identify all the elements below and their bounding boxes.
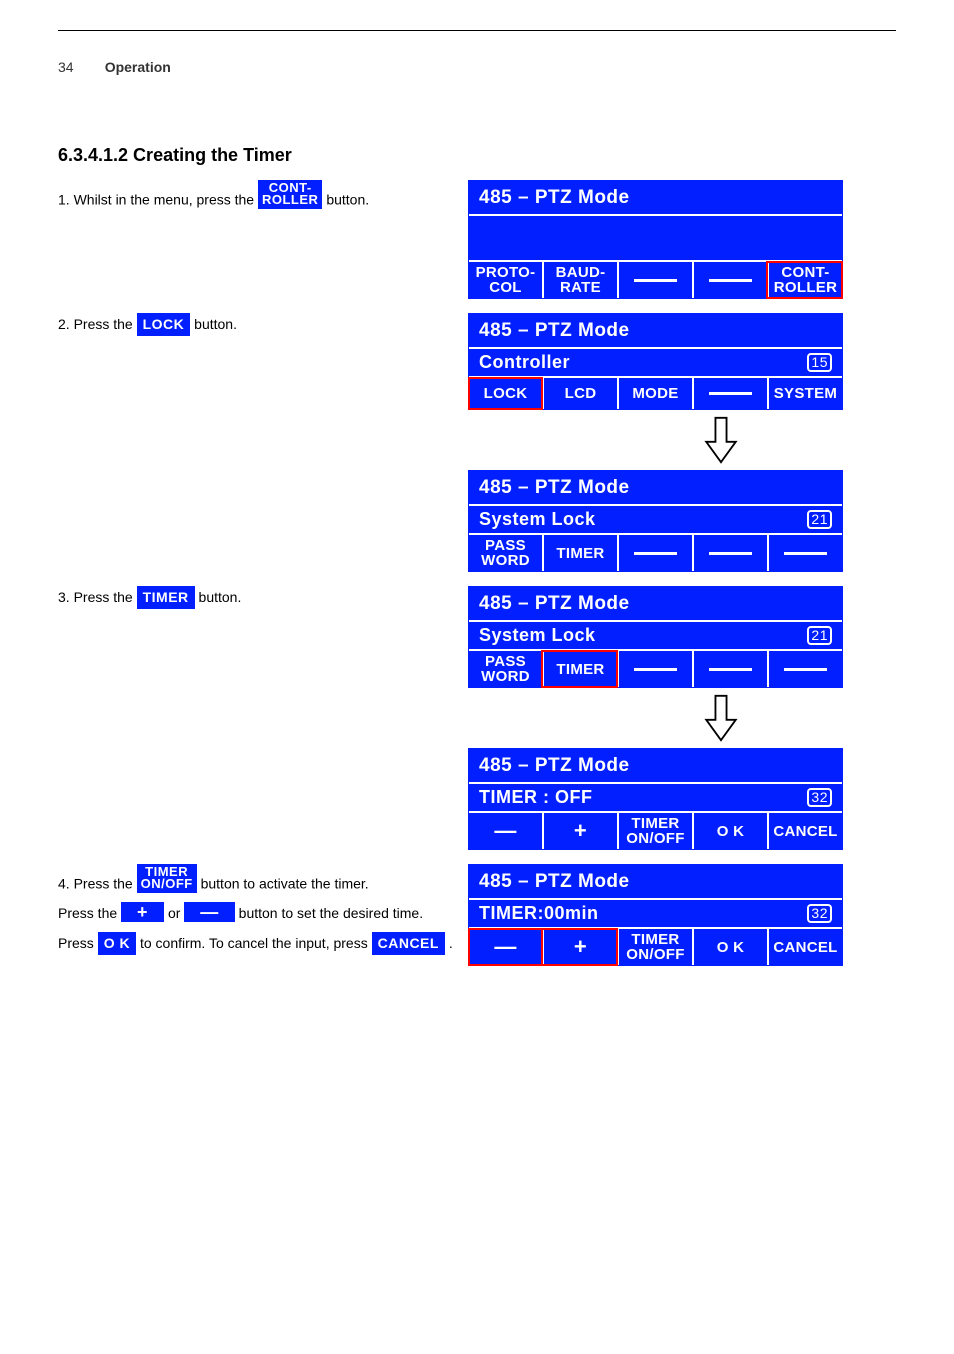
- scroll-indicator: 21: [807, 626, 832, 645]
- page-header: 34 Operation: [58, 59, 896, 75]
- step-4-text: 4. Press the TIMER ON/OFF button to acti…: [58, 864, 468, 955]
- lcd-subtitle: System Lock 21: [469, 504, 842, 533]
- lcd-subtitle: System Lock 21: [469, 620, 842, 649]
- tab-password[interactable]: PASSWORD: [469, 651, 542, 687]
- tab-timer[interactable]: TIMER: [542, 651, 617, 687]
- scroll-indicator: 32: [807, 788, 832, 807]
- arrow-down-icon: [468, 688, 843, 748]
- tab-minus[interactable]: —: [469, 813, 542, 849]
- tab-mode[interactable]: MODE: [617, 378, 692, 409]
- scroll-indicator: 32: [807, 904, 832, 923]
- lcd-subtitle: TIMER : OFF 32: [469, 782, 842, 811]
- step-3-text: 3. Press the TIMER button.: [58, 586, 468, 609]
- tab-timer-onoff[interactable]: TIMERON/OFF: [617, 929, 692, 965]
- step-2-text: 2. Press the LOCK button.: [58, 313, 468, 336]
- lcd-title: 485 – PTZ Mode: [469, 181, 842, 214]
- lcd-screen-1: 485 – PTZ Mode PROTO-COL BAUD-RATE CONT-…: [468, 180, 843, 299]
- step-1-text: 1. Whilst in the menu, press the CONT- R…: [58, 180, 468, 210]
- tab-ok[interactable]: O K: [692, 929, 767, 965]
- plus-button-label: +: [121, 902, 164, 922]
- tab-lcd[interactable]: LCD: [542, 378, 617, 409]
- tab-empty: [692, 262, 767, 298]
- tab-timer[interactable]: TIMER: [542, 535, 617, 571]
- tab-controller[interactable]: CONT-ROLLER: [767, 262, 842, 298]
- lcd-screen-5: 485 – PTZ Mode TIMER : OFF 32 — + TIMERO…: [468, 748, 843, 850]
- tab-baudrate[interactable]: BAUD-RATE: [542, 262, 617, 298]
- lcd-subtitle: Controller 15: [469, 347, 842, 376]
- tab-empty: [617, 651, 692, 687]
- page-header-title: Operation: [105, 59, 171, 75]
- tab-empty: [692, 535, 767, 571]
- lcd-title: 485 – PTZ Mode: [469, 471, 842, 504]
- lcd-title: 485 – PTZ Mode: [469, 865, 842, 898]
- tab-row: PASSWORD TIMER: [469, 533, 842, 571]
- lcd-title: 485 – PTZ Mode: [469, 749, 842, 782]
- tab-ok[interactable]: O K: [692, 813, 767, 849]
- tab-empty: [767, 651, 842, 687]
- minus-button-label: —: [184, 902, 235, 922]
- tab-empty: [617, 262, 692, 298]
- header-rule: [58, 30, 896, 31]
- lcd-screen-3: 485 – PTZ Mode System Lock 21 PASSWORD T…: [468, 470, 843, 572]
- lcd-title: 485 – PTZ Mode: [469, 587, 842, 620]
- tab-row: PROTO-COL BAUD-RATE CONT-ROLLER: [469, 260, 842, 298]
- tab-protocol[interactable]: PROTO-COL: [469, 262, 542, 298]
- tab-row: — + TIMERON/OFF O K CANCEL: [469, 811, 842, 849]
- page-number: 34: [58, 59, 74, 75]
- tab-plus[interactable]: +: [542, 929, 617, 965]
- tab-empty: [692, 378, 767, 409]
- lcd-title: 485 – PTZ Mode: [469, 314, 842, 347]
- timer-onoff-button-label: TIMER ON/OFF: [137, 864, 197, 893]
- lcd-screen-6: 485 – PTZ Mode TIMER:00min 32 — + TIMERO…: [468, 864, 843, 966]
- ok-button-label: O K: [98, 932, 136, 955]
- tab-minus[interactable]: —: [469, 929, 542, 965]
- section-title: 6.3.4.1.2 Creating the Timer: [58, 145, 896, 166]
- lcd-subtitle: TIMER:00min 32: [469, 898, 842, 927]
- cancel-button-label: CANCEL: [372, 932, 445, 955]
- scroll-indicator: 21: [807, 510, 832, 529]
- lcd-screen-4: 485 – PTZ Mode System Lock 21 PASSWORD T…: [468, 586, 843, 688]
- tab-empty: [617, 535, 692, 571]
- arrow-down-icon: [468, 410, 843, 470]
- lock-button-label: LOCK: [137, 313, 191, 336]
- tab-lock[interactable]: LOCK: [469, 378, 542, 409]
- tab-timer-onoff[interactable]: TIMERON/OFF: [617, 813, 692, 849]
- timer-button-label: TIMER: [137, 586, 195, 609]
- tab-password[interactable]: PASSWORD: [469, 535, 542, 571]
- tab-row: — + TIMERON/OFF O K CANCEL: [469, 927, 842, 965]
- lcd-screen-2: 485 – PTZ Mode Controller 15 LOCK LCD MO…: [468, 313, 843, 410]
- tab-cancel[interactable]: CANCEL: [767, 813, 842, 849]
- scroll-indicator: 15: [807, 353, 832, 372]
- tab-row: LOCK LCD MODE SYSTEM: [469, 376, 842, 409]
- controller-button-label: CONT- ROLLER: [258, 180, 322, 209]
- tab-system[interactable]: SYSTEM: [767, 378, 842, 409]
- tab-plus[interactable]: +: [542, 813, 617, 849]
- tab-cancel[interactable]: CANCEL: [767, 929, 842, 965]
- tab-empty: [767, 535, 842, 571]
- tab-empty: [692, 651, 767, 687]
- tab-row: PASSWORD TIMER: [469, 649, 842, 687]
